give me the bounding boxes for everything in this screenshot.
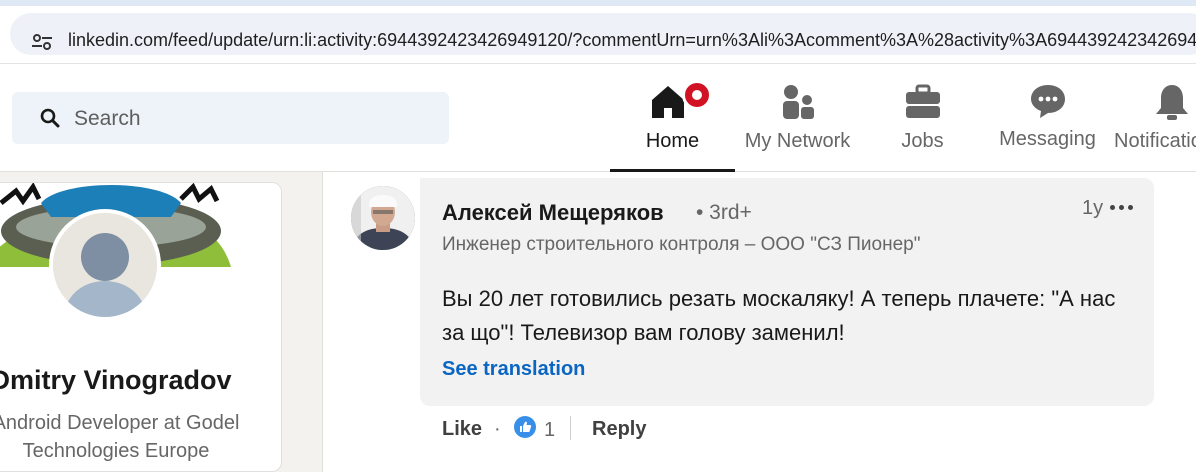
search-input[interactable]: Search [74,107,141,131]
url-field[interactable]: linkedin.com/feed/update/urn:li:activity… [10,13,1196,55]
avatar [53,213,157,317]
reaction-count[interactable]: 1 [544,419,555,442]
comment-author-headline: Инженер строительного контроля – ООО "СЗ… [442,234,921,255]
like-reaction-icon[interactable] [514,416,536,438]
linkedin-navbar: Search Home My Network Jobs Messaging No… [0,64,1196,172]
bell-icon [1156,85,1188,120]
comment-time: 1y [1082,197,1104,219]
nav-item-notifications[interactable]: Notifications [1110,78,1196,172]
reply-button[interactable]: Reply [592,418,646,441]
nav-label-jobs: Jobs [901,130,944,152]
url-text[interactable]: linkedin.com/feed/update/urn:li:activity… [68,30,1196,51]
commenter-photo [351,186,415,250]
browser-address-bar: linkedin.com/feed/update/urn:li:activity… [0,6,1196,64]
commenter-avatar[interactable] [351,186,415,250]
home-icon [652,86,684,118]
profile-avatar[interactable] [49,209,161,321]
nav-item-home[interactable]: Home [610,78,735,172]
nav-label-notifications: Notifications [1114,130,1196,152]
search-icon [40,108,60,128]
more-options-icon[interactable] [1110,200,1138,214]
comment-text: Вы 20 лет готовились резать москаляку! А… [442,286,1116,345]
nav-item-my-network[interactable]: My Network [735,78,860,172]
profile-card[interactable]: Dmitry Vinogradov Android Developer at G… [0,182,282,472]
nav-label-home: Home [645,130,700,152]
comment-thread: Алексей Мещеряков • 3rd+ Инженер строите… [322,172,1196,472]
comment-author[interactable]: Алексей Мещеряков [442,200,664,226]
default-avatar-icon [53,213,157,317]
nav-item-jobs[interactable]: Jobs [860,78,985,172]
see-translation-link[interactable]: See translation [442,358,585,381]
nav-item-messaging[interactable]: Messaging [985,78,1110,172]
separator-dot: · [494,418,501,440]
like-button[interactable]: Like [442,418,482,441]
briefcase-icon [905,84,940,118]
nav-label-my-network: My Network [744,130,851,152]
profile-name[interactable]: Dmitry Vinogradov [0,365,241,396]
tune-icon[interactable] [32,34,52,50]
people-icon [782,85,814,119]
profile-headline: Android Developer at Godel Technologies … [0,412,240,462]
connection-degree: • 3rd+ [696,201,752,224]
action-divider [570,416,571,440]
search-box[interactable]: Search [12,92,449,144]
nav-label-messaging: Messaging [999,128,1096,150]
chat-icon [1030,85,1065,118]
notification-badge [682,80,712,110]
comment-bubble: Алексей Мещеряков • 3rd+ Инженер строите… [420,178,1154,406]
